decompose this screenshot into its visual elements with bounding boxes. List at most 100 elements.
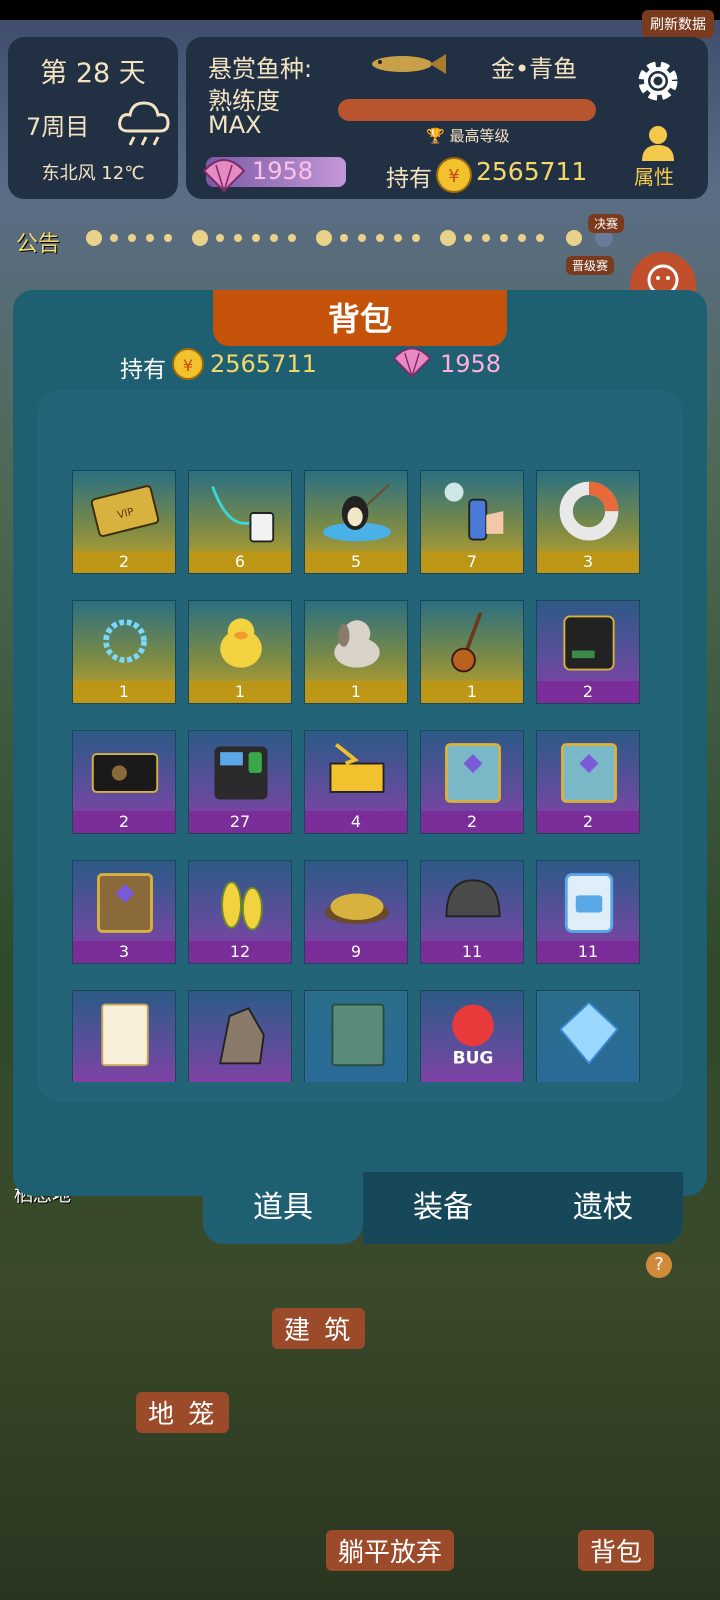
glowing-ring-icon (103, 619, 147, 663)
shell-icon (392, 347, 432, 378)
inventory-slot[interactable] (188, 990, 292, 1082)
item-count: 2 (537, 811, 639, 833)
inventory-slot[interactable]: 2 (536, 730, 640, 834)
item-count: 12 (189, 941, 291, 963)
brown-book-icon (97, 873, 153, 933)
inventory-slot[interactable]: 11 (420, 860, 524, 964)
blue-book-icon (561, 743, 617, 803)
inventory-slot[interactable]: 27 (188, 730, 292, 834)
item-count: 6 (189, 551, 291, 573)
refresh-data-button[interactable]: 刷新数据 (642, 10, 714, 38)
inventory-slot[interactable] (72, 990, 176, 1082)
item-count: 2 (73, 551, 175, 573)
inventory-slot[interactable]: 9 (304, 860, 408, 964)
tab-relics[interactable]: 遗枝 (523, 1172, 683, 1244)
plush-dog-icon (334, 620, 380, 668)
person-icon[interactable] (638, 123, 678, 161)
inventory-slot[interactable]: 1 (420, 600, 524, 704)
black-device-icon (563, 615, 615, 671)
tab-equipment[interactable]: 装备 (363, 1172, 523, 1244)
helmet-icon (445, 879, 501, 918)
give-up-button[interactable]: 躺平放弃 (326, 1530, 455, 1571)
bounty-fish-name: 金•青鱼 (491, 55, 578, 83)
coin-icon: ¥ (436, 157, 472, 193)
notice-button[interactable]: 公告 (16, 226, 60, 258)
item-count: 11 (421, 941, 523, 963)
shell-count: 1958 (252, 157, 314, 185)
day-panel: 第 28 天 7周目 东北风 12℃ (8, 37, 178, 199)
backpack-hold-label: 持有 (120, 357, 166, 383)
wind-temperature: 东北风 12℃ (41, 163, 145, 184)
yellow-duck-icon (220, 618, 262, 668)
item-count: 9 (305, 941, 407, 963)
svg-text:BUG: BUG (453, 1048, 494, 1068)
item-count: 1 (305, 681, 407, 703)
tournament-progress-track (86, 229, 613, 247)
vip-card-icon: VIP (90, 485, 160, 537)
item-grid[interactable]: VIP 2 6 5 7 3 1 1 1 1 2 2 27 4 2 2 3 12 9 11 11 BUG (60, 470, 660, 1082)
inventory-slot[interactable]: 2 (420, 730, 524, 834)
blue-book-icon (445, 743, 501, 803)
black-card-icon (91, 753, 159, 793)
item-count: 4 (305, 811, 407, 833)
max-level-label: 🏆 最高等级 (426, 127, 510, 145)
scene-backpack-button[interactable]: 背包 (578, 1530, 655, 1571)
inventory-slot[interactable] (304, 990, 408, 1082)
inventory-slot[interactable]: BUG (420, 990, 524, 1082)
trophy-icon: 🏆 (426, 127, 445, 145)
day-counter: 第 28 天 (40, 58, 146, 89)
attributes-button[interactable]: 属性 (634, 161, 674, 190)
coin-icon: ¥ (172, 348, 204, 380)
inventory-slot[interactable]: 12 (188, 860, 292, 964)
inventory-slot[interactable] (536, 990, 640, 1082)
yellow-chest-icon (329, 743, 385, 793)
ukulele-icon (451, 612, 483, 673)
proficiency-bar (338, 99, 596, 121)
fish-icon (372, 54, 446, 74)
backpack-coin-count: 2565711 (210, 350, 317, 378)
cage-button[interactable]: 地 笼 (136, 1392, 230, 1433)
item-count: 27 (189, 811, 291, 833)
gear-icon[interactable] (630, 53, 686, 109)
ring-chart-icon (559, 481, 619, 541)
inventory-slot[interactable]: 5 (304, 470, 408, 574)
building-button[interactable]: 建 筑 (272, 1308, 366, 1349)
item-count: 3 (73, 941, 175, 963)
bug-badge-icon: BUG (452, 1004, 494, 1068)
rain-cloud-icon (118, 101, 170, 146)
inventory-slot[interactable]: 11 (536, 860, 640, 964)
inventory-slot[interactable]: 3 (536, 470, 640, 574)
item-count: 2 (537, 681, 639, 703)
hold-label: 持有 (386, 166, 432, 192)
help-button[interactable]: ? (646, 1252, 672, 1278)
item-count: 3 (537, 551, 639, 573)
shell-icon (202, 159, 246, 193)
inventory-slot[interactable]: 3 (72, 860, 176, 964)
bounty-panel: 悬赏鱼种: 金•青鱼 熟练度 MAX 🏆 最高等级 1958 持有 ¥ 2565… (186, 37, 708, 199)
svg-text:¥: ¥ (448, 166, 459, 187)
rock-icon (219, 1007, 265, 1065)
round-counter: 7周目 (26, 113, 90, 141)
item-count: 7 (421, 551, 523, 573)
bounty-label: 悬赏鱼种: (208, 55, 313, 83)
item-count: 2 (421, 811, 523, 833)
blue-card-icon (564, 873, 614, 933)
paper-note-icon (101, 1003, 149, 1067)
tab-items[interactable]: 道具 (203, 1172, 363, 1244)
corn-icon (221, 881, 263, 931)
inventory-slot[interactable]: 1 (188, 600, 292, 704)
inventory-slot[interactable]: 6 (188, 470, 292, 574)
inventory-slot[interactable]: 4 (304, 730, 408, 834)
inventory-slot[interactable]: 2 (72, 730, 176, 834)
inventory-slot[interactable]: 1 (304, 600, 408, 704)
backpack-shell-count: 1958 (440, 350, 502, 378)
item-count: 1 (421, 681, 523, 703)
inventory-slot[interactable]: 2 (536, 600, 640, 704)
final-stage-label: 决赛 (588, 214, 625, 233)
inventory-slot[interactable]: 1 (72, 600, 176, 704)
item-count: 11 (537, 941, 639, 963)
inventory-slot[interactable]: VIP 2 (72, 470, 176, 574)
crystal-icon (559, 1001, 619, 1065)
green-book-icon (331, 1003, 385, 1067)
inventory-slot[interactable]: 7 (420, 470, 524, 574)
